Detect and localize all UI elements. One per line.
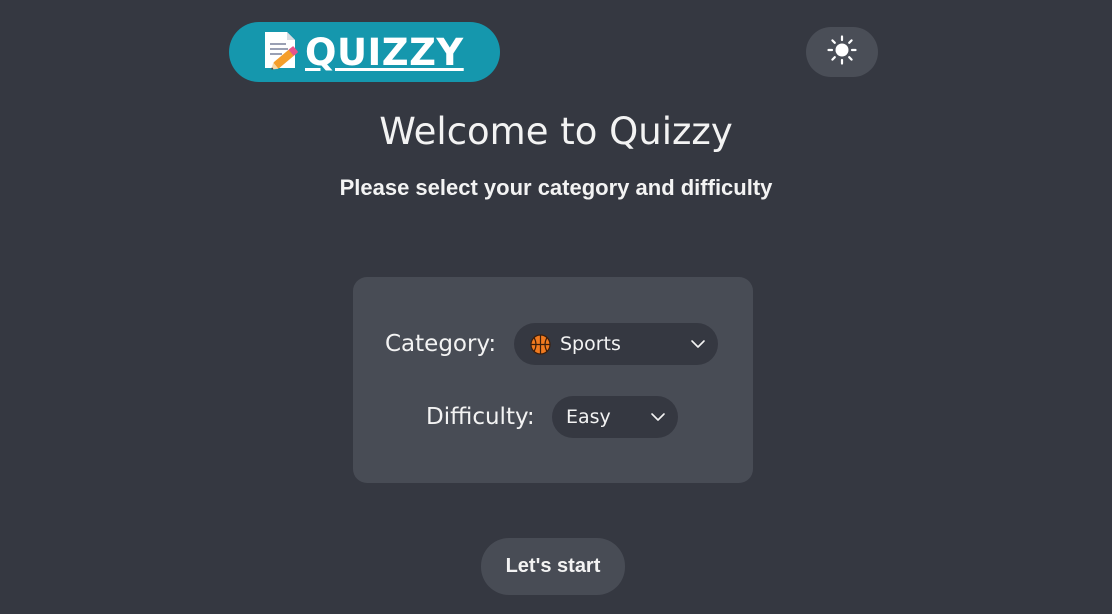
- category-value: Sports: [560, 333, 621, 355]
- category-select[interactable]: Sports: [514, 323, 718, 365]
- start-button[interactable]: Let's start: [481, 538, 625, 595]
- difficulty-select[interactable]: Easy: [552, 396, 678, 438]
- logo-text: QUIZZY: [305, 30, 464, 74]
- chevron-down-icon: [650, 409, 666, 425]
- difficulty-value: Easy: [566, 406, 611, 428]
- quizzy-logo[interactable]: QUIZZY: [229, 22, 500, 82]
- basketball-icon: [530, 333, 551, 355]
- category-label: Category:: [385, 331, 497, 357]
- page-subtitle: Please select your category and difficul…: [339, 175, 773, 200]
- sun-icon: [826, 34, 858, 70]
- selection-card: Category: Sports Difficulty: Easy: [353, 277, 753, 483]
- page-title: Welcome to Quizzy: [379, 110, 733, 153]
- difficulty-label: Difficulty:: [426, 404, 535, 430]
- theme-toggle-button[interactable]: [806, 27, 878, 77]
- chevron-down-icon: [690, 336, 706, 352]
- memo-pencil-icon: [259, 28, 303, 72]
